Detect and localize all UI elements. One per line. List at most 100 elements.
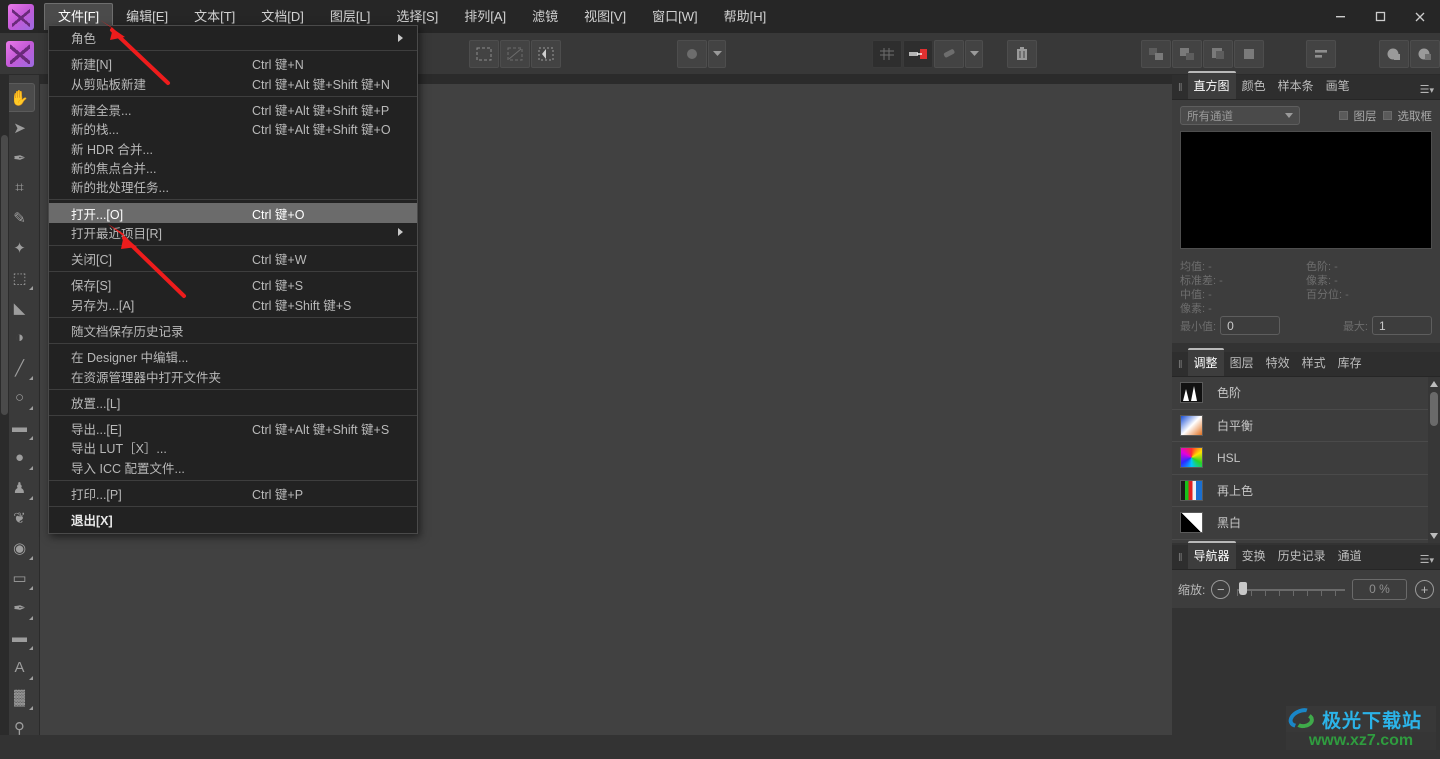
adjustment-row[interactable]: HSL — [1172, 442, 1440, 475]
tab-adj-tabs-1[interactable]: 图层 — [1224, 350, 1260, 376]
file-menu-item-11[interactable]: 打开...[O]Ctrl 键+O — [49, 203, 417, 222]
max-input[interactable]: 1 — [1372, 316, 1432, 335]
file-menu-item-32[interactable]: 退出[X] — [49, 510, 417, 529]
mesh-warp-tool[interactable]: ▓ — [5, 683, 35, 712]
eraser-tool[interactable]: ▭ — [5, 563, 35, 592]
brush-hardness-icon[interactable] — [677, 40, 707, 68]
tab-nav-tabs-2[interactable]: 历史记录 — [1272, 543, 1332, 569]
smudge-tool[interactable]: ◉ — [5, 533, 35, 562]
slider-knob[interactable] — [1239, 582, 1247, 595]
tab-hist-tabs-2[interactable]: 样本条 — [1272, 73, 1320, 99]
eraser-icon[interactable] — [934, 40, 964, 68]
min-input[interactable]: 0 — [1220, 316, 1280, 335]
panel-grip-icon[interactable]: ‖ — [1176, 552, 1188, 569]
file-menu-item-27[interactable]: 导出 LUT［X］... — [49, 438, 417, 457]
move-tool[interactable]: ➤ — [5, 113, 35, 142]
canvas-scrollbar[interactable] — [0, 75, 9, 735]
adjustment-row[interactable]: 色阶 — [1172, 377, 1440, 410]
adjustments-scrollbar[interactable] — [1428, 377, 1440, 543]
align-backward-icon[interactable] — [1203, 40, 1233, 68]
flood-fill-tool[interactable]: ◣ — [5, 293, 35, 322]
pen-tool[interactable]: ✒ — [5, 593, 35, 622]
dodge-tool[interactable]: ○ — [5, 383, 35, 412]
eraser-dropdown-icon[interactable] — [965, 40, 983, 68]
tab-adj-tabs-4[interactable]: 库存 — [1332, 350, 1368, 376]
tab-hist-tabs-0[interactable]: 直方图 — [1188, 71, 1236, 99]
file-menu-item-7[interactable]: 新 HDR 合并... — [49, 138, 417, 157]
file-menu-item-17[interactable]: 另存为...[A]Ctrl 键+Shift 键+S — [49, 295, 417, 314]
menubar-item-10[interactable]: 帮助[H] — [711, 5, 780, 29]
selection-brush-tool[interactable]: ✎ — [5, 203, 35, 232]
marquee-tool[interactable]: ⬚ — [5, 263, 35, 292]
navigator-panel-tabs[interactable]: ‖ 导航器变换历史记录通道 ☰▾ — [1172, 545, 1440, 570]
layer-checkbox[interactable] — [1339, 111, 1348, 120]
align-front-icon[interactable] — [1141, 40, 1171, 68]
file-menu-item-21[interactable]: 在 Designer 中编辑... — [49, 347, 417, 366]
adjustment-row[interactable]: 黑白 — [1172, 507, 1440, 540]
align-back-icon[interactable] — [1234, 40, 1264, 68]
delete-icon[interactable] — [1007, 40, 1037, 68]
scroll-down-icon[interactable] — [1430, 533, 1438, 539]
minimize-button[interactable] — [1320, 0, 1360, 33]
file-menu-item-26[interactable]: 导出...[E]Ctrl 键+Alt 键+Shift 键+S — [49, 419, 417, 438]
tab-adj-tabs-2[interactable]: 特效 — [1260, 350, 1296, 376]
crop-tool[interactable]: ⌗ — [5, 173, 35, 202]
adjustment-row[interactable]: 白平衡 — [1172, 410, 1440, 443]
tab-adj-tabs-3[interactable]: 样式 — [1296, 350, 1332, 376]
file-menu-item-30[interactable]: 打印...[P]Ctrl 键+P — [49, 484, 417, 503]
tab-nav-tabs-3[interactable]: 通道 — [1332, 543, 1368, 569]
panel-grip-icon[interactable]: ‖ — [1176, 82, 1188, 99]
scrollbar-thumb[interactable] — [1, 135, 8, 415]
menubar-item-9[interactable]: 窗口[W] — [639, 5, 711, 29]
grid-icon[interactable] — [872, 40, 902, 68]
clone-stamp-tool[interactable]: ♟ — [5, 473, 35, 502]
boolean-subtract-icon[interactable] — [1410, 40, 1440, 68]
magic-wand-tool[interactable]: ✦ — [5, 233, 35, 262]
mirror-selection-icon[interactable] — [531, 40, 561, 68]
paint-mixer-tool[interactable]: ◑ — [5, 323, 35, 352]
adjust-panel-tabs[interactable]: ‖ 调整图层特效样式库存 — [1172, 352, 1440, 377]
panel-grip-icon[interactable]: ‖ — [1176, 359, 1188, 376]
selection-diagonal-icon[interactable] — [500, 40, 530, 68]
menubar-item-8[interactable]: 视图[V] — [571, 5, 639, 29]
tab-adj-tabs-0[interactable]: 调整 — [1188, 348, 1224, 376]
hand-tool[interactable]: ✋ — [5, 83, 35, 112]
tab-hist-tabs-3[interactable]: 画笔 — [1320, 73, 1356, 99]
rectangle-tool[interactable]: ▬ — [5, 623, 35, 652]
file-menu-item-3[interactable]: 从剪贴板新建Ctrl 键+Alt 键+Shift 键+N — [49, 74, 417, 93]
panel-menu-icon[interactable]: ☰▾ — [1420, 86, 1434, 95]
scroll-up-icon[interactable] — [1430, 381, 1438, 387]
file-menu-item-8[interactable]: 新的焦点合并... — [49, 158, 417, 177]
tab-nav-tabs-1[interactable]: 变换 — [1236, 543, 1272, 569]
align-forward-icon[interactable] — [1172, 40, 1202, 68]
marquee-checkbox[interactable] — [1383, 111, 1392, 120]
tab-hist-tabs-1[interactable]: 颜色 — [1236, 73, 1272, 99]
file-menu-item-14[interactable]: 关闭[C]Ctrl 键+W — [49, 249, 417, 268]
file-menu-item-19[interactable]: 随文档保存历史记录 — [49, 321, 417, 340]
menubar-item-6[interactable]: 排列[A] — [451, 5, 519, 29]
file-menu-dropdown[interactable]: 角色新建[N]Ctrl 键+N从剪贴板新建Ctrl 键+Alt 键+Shift … — [48, 25, 418, 534]
scrollbar-thumb[interactable] — [1430, 392, 1438, 426]
adjustment-row[interactable]: 再上色 — [1172, 475, 1440, 508]
boolean-union-icon[interactable] — [1379, 40, 1409, 68]
paint-brush-tool[interactable]: ╱ — [5, 353, 35, 382]
selection-rect-icon[interactable] — [469, 40, 499, 68]
align-left-icon[interactable] — [1306, 40, 1336, 68]
file-menu-item-12[interactable]: 打开最近项目[R] — [49, 223, 417, 242]
file-menu-item-9[interactable]: 新的批处理任务... — [49, 177, 417, 196]
inpainting-tool[interactable]: ❦ — [5, 503, 35, 532]
file-menu-item-0[interactable]: 角色 — [49, 28, 417, 47]
color-picker-tool[interactable]: ✒ — [5, 143, 35, 172]
file-menu-item-16[interactable]: 保存[S]Ctrl 键+S — [49, 275, 417, 294]
zoom-slider[interactable] — [1237, 580, 1345, 599]
file-menu-item-28[interactable]: 导入 ICC 配置文件... — [49, 458, 417, 477]
panel-menu-icon[interactable]: ☰▾ — [1420, 556, 1434, 565]
file-menu-item-2[interactable]: 新建[N]Ctrl 键+N — [49, 54, 417, 73]
maximize-button[interactable] — [1360, 0, 1400, 33]
zoom-out-button[interactable]: − — [1211, 580, 1230, 599]
adjustments-list[interactable]: 色阶白平衡HSL再上色黑白 — [1172, 377, 1440, 543]
histogram-panel-tabs[interactable]: ‖ 直方图颜色样本条画笔 ☰▾ — [1172, 75, 1440, 100]
snapping-icon[interactable] — [903, 40, 933, 68]
blur-tool[interactable]: ● — [5, 443, 35, 472]
sponge-tool[interactable]: ▬ — [5, 413, 35, 442]
